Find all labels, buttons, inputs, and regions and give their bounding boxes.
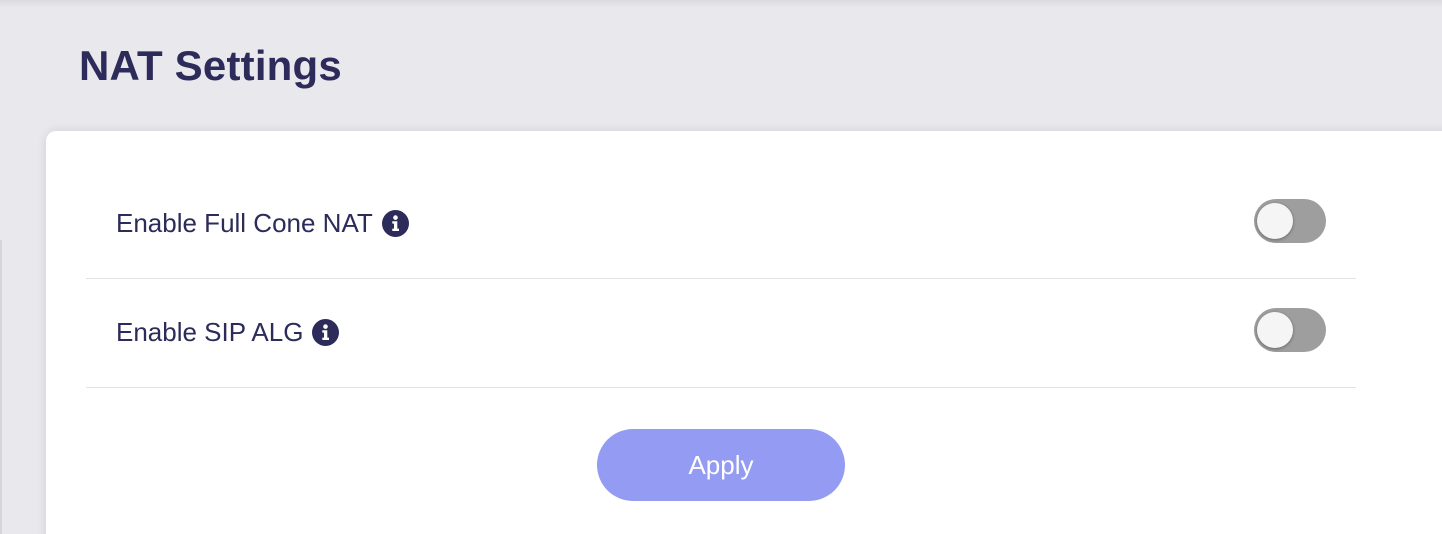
left-edge-divider xyxy=(0,240,2,534)
apply-button[interactable]: Apply xyxy=(597,429,845,501)
settings-card: Enable Full Cone NAT Enable SIP ALG Appl… xyxy=(46,131,1442,534)
sip-alg-toggle[interactable] xyxy=(1254,308,1326,352)
toggle-knob xyxy=(1257,312,1293,348)
top-shadow xyxy=(0,0,1442,8)
setting-label-text: Enable SIP ALG xyxy=(116,317,304,347)
setting-label-sip-alg: Enable SIP ALG xyxy=(116,317,340,348)
page-title: NAT Settings xyxy=(79,42,342,89)
info-circle-icon[interactable] xyxy=(312,319,340,346)
setting-label-text: Enable Full Cone NAT xyxy=(116,208,373,238)
setting-row-full-cone-nat: Enable Full Cone NAT xyxy=(86,171,1356,279)
full-cone-nat-toggle[interactable] xyxy=(1254,199,1326,243)
setting-label-full-cone-nat: Enable Full Cone NAT xyxy=(116,208,409,239)
setting-row-sip-alg: Enable SIP ALG xyxy=(86,280,1356,388)
info-circle-icon[interactable] xyxy=(381,210,409,237)
nat-settings-page: NAT Settings Enable Full Cone NAT Enable xyxy=(0,0,1442,534)
toggle-knob xyxy=(1257,203,1293,239)
